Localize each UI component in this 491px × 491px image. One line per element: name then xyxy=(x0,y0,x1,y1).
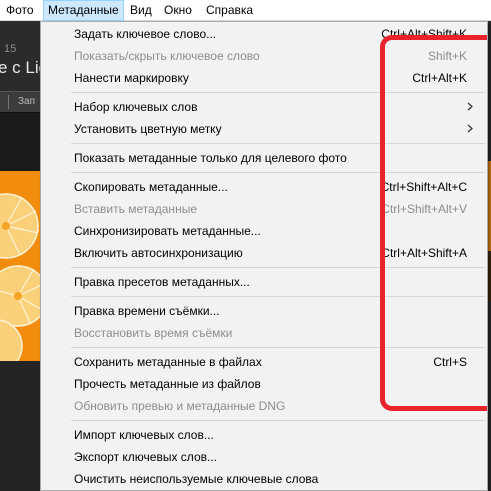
background-app-panel: 15 е с Lig Зап xyxy=(0,21,41,491)
menu-item-export-keywords[interactable]: Экспорт ключевых слов... xyxy=(41,446,487,468)
menu-item-label: Обновить превью и метаданные DNG xyxy=(74,399,286,413)
menu-item-label: Нанести маркировку xyxy=(74,71,189,85)
menu-item-label: Скопировать метаданные... xyxy=(74,180,228,194)
toolbar-label-fragment: Зап xyxy=(18,96,36,107)
menu-item-label: Прочесть метаданные из файлов xyxy=(74,377,261,391)
menu-item-label: Показать/скрыть ключевое слово xyxy=(74,49,260,63)
menu-item-label: Задать ключевое слово... xyxy=(74,27,217,41)
menu-help[interactable]: Справка xyxy=(206,0,253,21)
orange-slices-image xyxy=(0,171,41,361)
shortcut-highlight-annotation xyxy=(380,35,487,411)
menu-item-label: Сохранить метаданные в файлах xyxy=(74,355,262,369)
menu-item-label: Экспорт ключевых слов... xyxy=(74,450,217,464)
menu-item-import-keywords[interactable]: Импорт ключевых слов... xyxy=(41,424,487,446)
menu-item-label: Очистить неиспользуемые ключевые слова xyxy=(74,472,319,486)
menu-item-purge-keywords[interactable]: Очистить неиспользуемые ключевые слова xyxy=(41,468,487,490)
menu-item-label: Включить автосинхронизацию xyxy=(74,246,243,260)
orange-slices-photo xyxy=(0,171,41,361)
menu-item-label: Установить цветную метку xyxy=(74,122,222,136)
background-toolbar: Зап xyxy=(0,91,41,113)
background-dark-band xyxy=(0,113,41,171)
menu-window[interactable]: Окно xyxy=(164,0,192,21)
menu-view[interactable]: Вид xyxy=(130,0,152,21)
menu-separator xyxy=(71,420,485,421)
menu-item-label: Набор ключевых слов xyxy=(74,100,198,114)
background-lower-panel xyxy=(0,361,41,491)
metadata-dropdown-menu: Задать ключевое слово... Ctrl+Alt+Shift+… xyxy=(40,21,488,491)
menu-bar: Фото Метаданные Вид Окно Справка xyxy=(0,0,491,21)
menu-item-label: Правка времени съёмки... xyxy=(74,304,220,318)
menu-item-label: Правка пресетов метаданных... xyxy=(74,275,250,289)
menu-metadata[interactable]: Метаданные xyxy=(43,0,124,21)
menu-item-label: Синхронизировать метаданные... xyxy=(74,224,261,238)
menu-photo[interactable]: Фото xyxy=(6,0,34,21)
menu-item-label: Импорт ключевых слов... xyxy=(74,428,214,442)
menu-item-label: Вставить метаданные xyxy=(74,202,197,216)
toolbar-separator xyxy=(8,95,9,109)
version-fragment: 15 xyxy=(4,43,17,55)
app-brand-fragment: е с Lig xyxy=(0,58,41,77)
menu-item-label: Показать метаданные только для целевого … xyxy=(74,151,347,165)
menu-item-label: Восстановить время съёмки xyxy=(74,326,233,340)
